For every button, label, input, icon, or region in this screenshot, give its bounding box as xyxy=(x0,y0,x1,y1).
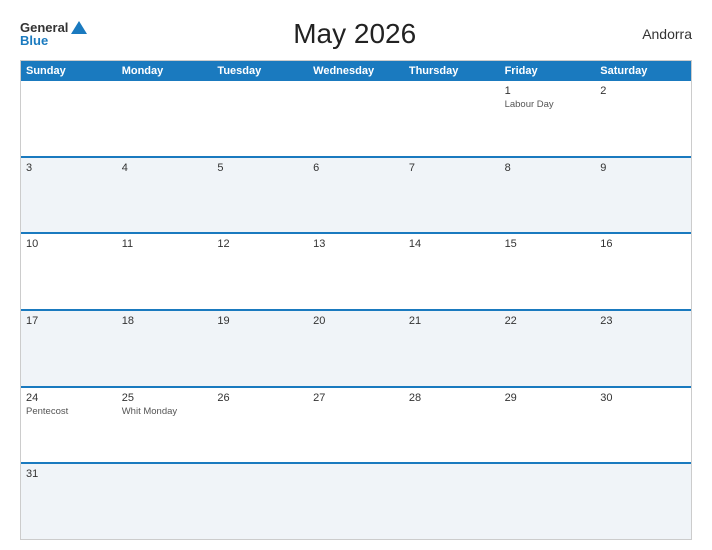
calendar-cell: 20 xyxy=(308,311,404,386)
calendar-cell: 22 xyxy=(500,311,596,386)
calendar-week: 24 Pentecost 25 Whit Monday 26 27 28 29 30 xyxy=(21,386,691,463)
day-number: 11 xyxy=(122,238,208,250)
day-number: 14 xyxy=(409,238,495,250)
day-number: 25 xyxy=(122,392,208,404)
calendar-week: 3456789 xyxy=(21,156,691,233)
calendar-cell xyxy=(117,81,213,156)
holiday-label: Labour Day xyxy=(505,99,591,110)
calendar-cell: 2 xyxy=(595,81,691,156)
day-number: 31 xyxy=(26,468,112,480)
calendar-week: 31 xyxy=(21,462,691,539)
calendar-cell: 26 xyxy=(212,388,308,463)
calendar-cell: 8 xyxy=(500,158,596,233)
calendar-header-cell: Wednesday xyxy=(308,61,404,81)
calendar-cell xyxy=(404,81,500,156)
calendar-week: 17 18 19 20 21 22 23 xyxy=(21,309,691,386)
day-number: 5 xyxy=(217,162,303,174)
calendar-cell: 31 xyxy=(21,464,117,539)
calendar-cell: 4 xyxy=(117,158,213,233)
calendar: SundayMondayTuesdayWednesdayThursdayFrid… xyxy=(20,60,692,540)
calendar-cell: 27 xyxy=(308,388,404,463)
calendar-header-row: SundayMondayTuesdayWednesdayThursdayFrid… xyxy=(21,61,691,81)
calendar-cell: 11 xyxy=(117,234,213,309)
calendar-cell: 15 xyxy=(500,234,596,309)
calendar-cell: 1 Labour Day xyxy=(500,81,596,156)
calendar-cell xyxy=(595,464,691,539)
calendar-cell: 19 xyxy=(212,311,308,386)
day-number: 12 xyxy=(217,238,303,250)
calendar-week: 1 Labour Day 2 xyxy=(21,81,691,156)
calendar-cell: 21 xyxy=(404,311,500,386)
calendar-cell xyxy=(21,81,117,156)
calendar-cell: 18 xyxy=(117,311,213,386)
calendar-body: 1Labour Day23456789101112131415161718192… xyxy=(21,81,691,539)
day-number: 3 xyxy=(26,162,112,174)
calendar-cell: 6 xyxy=(308,158,404,233)
calendar-cell xyxy=(500,464,596,539)
day-number: 15 xyxy=(505,238,591,250)
calendar-cell xyxy=(308,81,404,156)
day-number: 9 xyxy=(600,162,686,174)
day-number: 19 xyxy=(217,315,303,327)
holiday-label: Pentecost xyxy=(26,406,112,417)
calendar-cell: 29 xyxy=(500,388,596,463)
calendar-cell: 12 xyxy=(212,234,308,309)
calendar-cell xyxy=(212,81,308,156)
calendar-cell xyxy=(212,464,308,539)
calendar-cell: 17 xyxy=(21,311,117,386)
logo-triangle-icon xyxy=(71,21,87,34)
region-label: Andorra xyxy=(622,26,692,42)
calendar-cell: 28 xyxy=(404,388,500,463)
day-number: 18 xyxy=(122,315,208,327)
logo: General Blue xyxy=(20,21,87,47)
calendar-week: 10 11 12 13 14 15 16 xyxy=(21,232,691,309)
day-number: 1 xyxy=(505,85,591,97)
day-number: 22 xyxy=(505,315,591,327)
day-number: 4 xyxy=(122,162,208,174)
calendar-header-cell: Saturday xyxy=(595,61,691,81)
calendar-cell: 7 xyxy=(404,158,500,233)
day-number: 10 xyxy=(26,238,112,250)
day-number: 2 xyxy=(600,85,686,97)
calendar-header-cell: Sunday xyxy=(21,61,117,81)
calendar-cell: 13 xyxy=(308,234,404,309)
day-number: 24 xyxy=(26,392,112,404)
calendar-cell: 9 xyxy=(595,158,691,233)
calendar-cell: 23 xyxy=(595,311,691,386)
day-number: 27 xyxy=(313,392,399,404)
calendar-cell: 25 Whit Monday xyxy=(117,388,213,463)
day-number: 7 xyxy=(409,162,495,174)
day-number: 16 xyxy=(600,238,686,250)
calendar-cell: 10 xyxy=(21,234,117,309)
day-number: 30 xyxy=(600,392,686,404)
day-number: 28 xyxy=(409,392,495,404)
calendar-cell xyxy=(308,464,404,539)
calendar-header-cell: Monday xyxy=(117,61,213,81)
day-number: 21 xyxy=(409,315,495,327)
calendar-header-cell: Tuesday xyxy=(212,61,308,81)
day-number: 29 xyxy=(505,392,591,404)
calendar-header-cell: Thursday xyxy=(404,61,500,81)
calendar-cell: 16 xyxy=(595,234,691,309)
calendar-cell: 14 xyxy=(404,234,500,309)
logo-blue-text: Blue xyxy=(20,34,48,47)
day-number: 13 xyxy=(313,238,399,250)
day-number: 17 xyxy=(26,315,112,327)
calendar-cell: 24 Pentecost xyxy=(21,388,117,463)
calendar-header-cell: Friday xyxy=(500,61,596,81)
holiday-label: Whit Monday xyxy=(122,406,208,417)
calendar-cell: 30 xyxy=(595,388,691,463)
header: General Blue May 2026 Andorra xyxy=(20,18,692,50)
day-number: 6 xyxy=(313,162,399,174)
calendar-cell: 5 xyxy=(212,158,308,233)
day-number: 23 xyxy=(600,315,686,327)
day-number: 8 xyxy=(505,162,591,174)
calendar-cell xyxy=(404,464,500,539)
day-number: 20 xyxy=(313,315,399,327)
day-number: 26 xyxy=(217,392,303,404)
calendar-cell xyxy=(117,464,213,539)
page: General Blue May 2026 Andorra SundayMond… xyxy=(0,0,712,550)
month-title: May 2026 xyxy=(87,18,622,50)
calendar-cell: 3 xyxy=(21,158,117,233)
